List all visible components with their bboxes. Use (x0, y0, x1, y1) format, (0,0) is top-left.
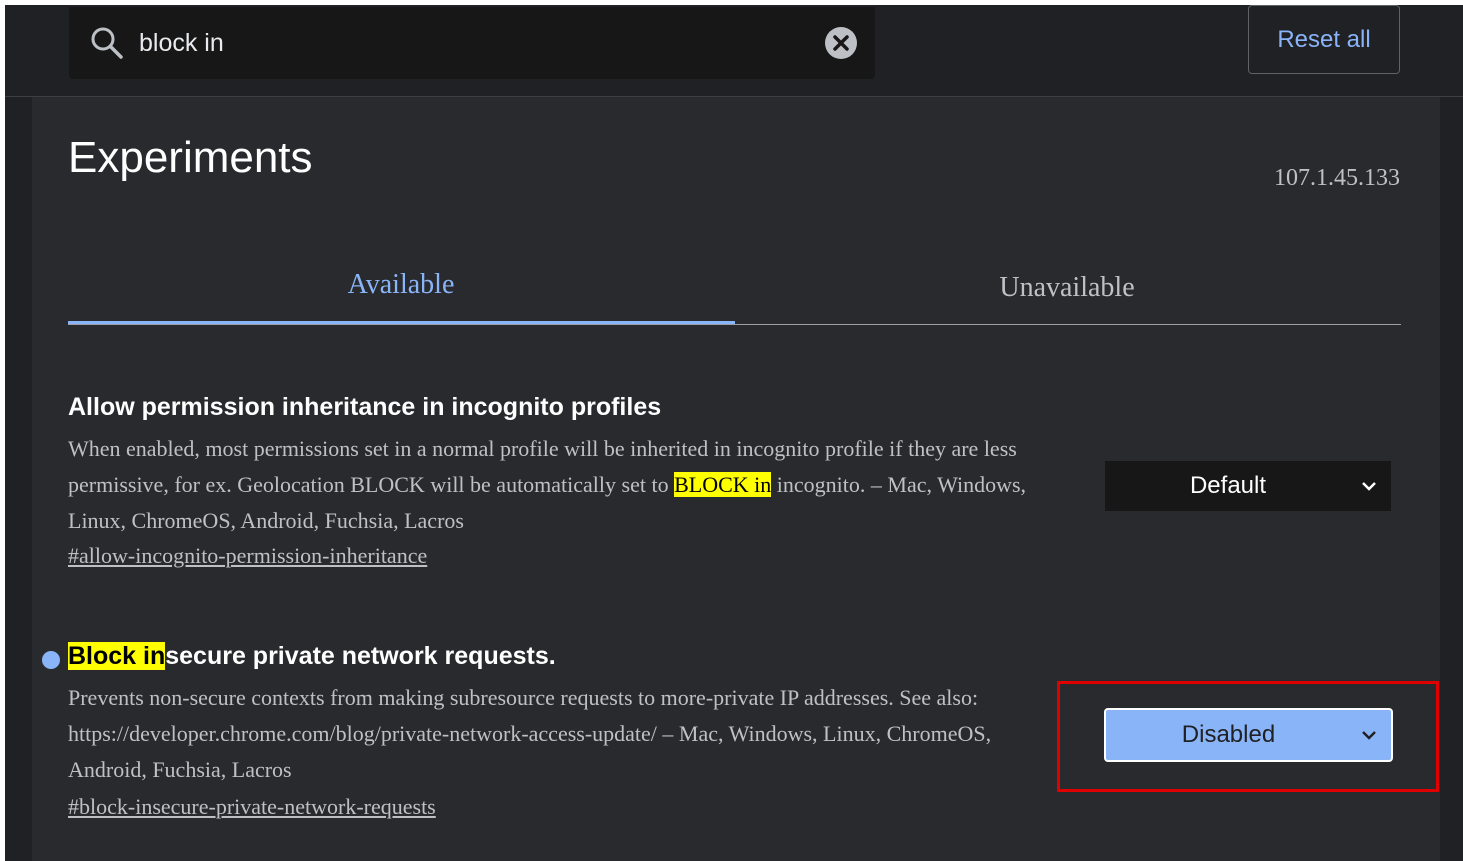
experiment-description: When enabled, most permissions set in a … (68, 431, 1068, 539)
title-text: secure private network requests. (165, 642, 556, 670)
search-match-highlight: Block in (68, 642, 166, 670)
chevron-down-icon (1362, 482, 1376, 491)
flags-page: Reset all Experiments 107.1.45.133 Avail… (0, 0, 1463, 861)
experiment-select-default[interactable]: Default (1105, 461, 1391, 511)
tab-selected-indicator (68, 321, 735, 324)
search-match-highlight: BLOCK in (674, 472, 772, 497)
search-input[interactable] (139, 21, 809, 65)
tab-unavailable[interactable]: Unavailable (734, 250, 1400, 325)
experiment-title: Block insecure private network requests. (68, 642, 556, 671)
header-bar: Reset all (5, 5, 1463, 97)
tab-available[interactable]: Available (68, 247, 734, 322)
screenshot-edge-left (0, 0, 5, 861)
page-title: Experiments (68, 133, 313, 182)
experiment-description: Prevents non-secure contexts from making… (68, 685, 992, 782)
experiment-link[interactable]: #allow-incognito-permission-inheritance (68, 543, 427, 569)
select-value: Default (1189, 472, 1267, 499)
reset-all-button[interactable]: Reset all (1248, 5, 1400, 74)
modified-indicator-dot (42, 651, 60, 669)
tab-bar: Available Unavailable (68, 247, 1401, 325)
clear-icon[interactable] (825, 27, 857, 59)
experiment-title: Allow permission inheritance in incognit… (68, 393, 662, 421)
annotation-highlight-box (1057, 681, 1439, 792)
version-label: 107.1.45.133 (1274, 165, 1400, 191)
search-icon (91, 27, 123, 59)
experiment-link[interactable]: #block-insecure-private-network-requests (68, 794, 436, 820)
search-box (69, 7, 875, 79)
